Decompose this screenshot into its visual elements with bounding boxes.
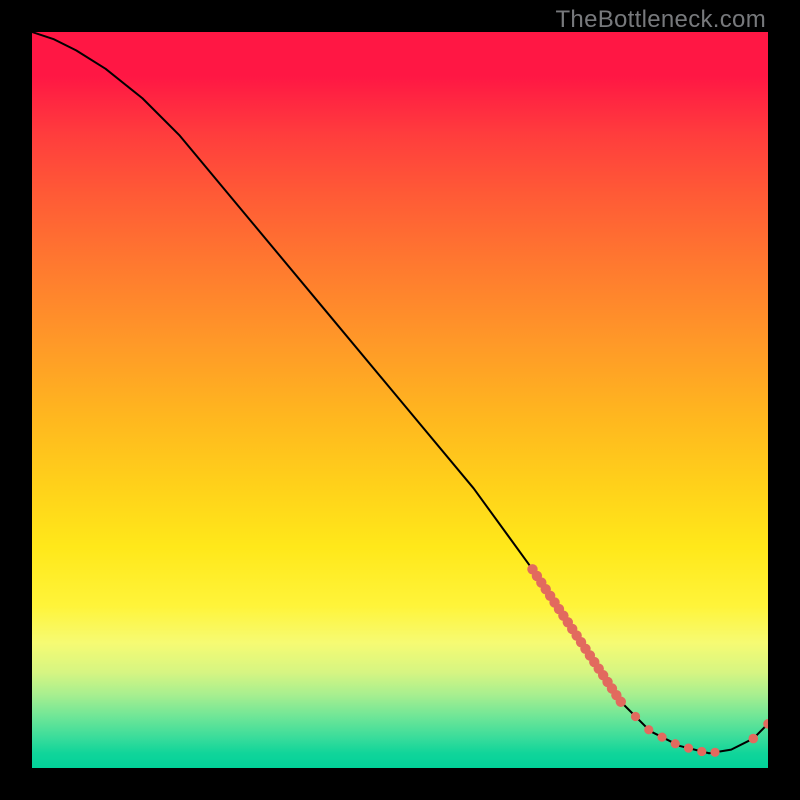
curve-marker-dot <box>710 748 719 757</box>
chart-stage: TheBottleneck.com <box>0 0 800 800</box>
plot-area <box>32 32 768 768</box>
watermark-text: TheBottleneck.com <box>555 6 766 34</box>
bottleneck-curve <box>32 32 768 753</box>
curve-marker-dot <box>657 732 666 741</box>
curve-marker-dot <box>748 734 758 744</box>
curve-marker-dot <box>644 725 653 734</box>
curve-marker-dot <box>684 744 693 753</box>
curve-marker-dot <box>616 697 626 707</box>
curve-marker-dot <box>671 739 680 748</box>
curve-markers <box>527 564 768 757</box>
curve-marker-dot <box>631 712 640 721</box>
curve-marker-dot <box>697 747 706 756</box>
curve-layer <box>32 32 768 768</box>
